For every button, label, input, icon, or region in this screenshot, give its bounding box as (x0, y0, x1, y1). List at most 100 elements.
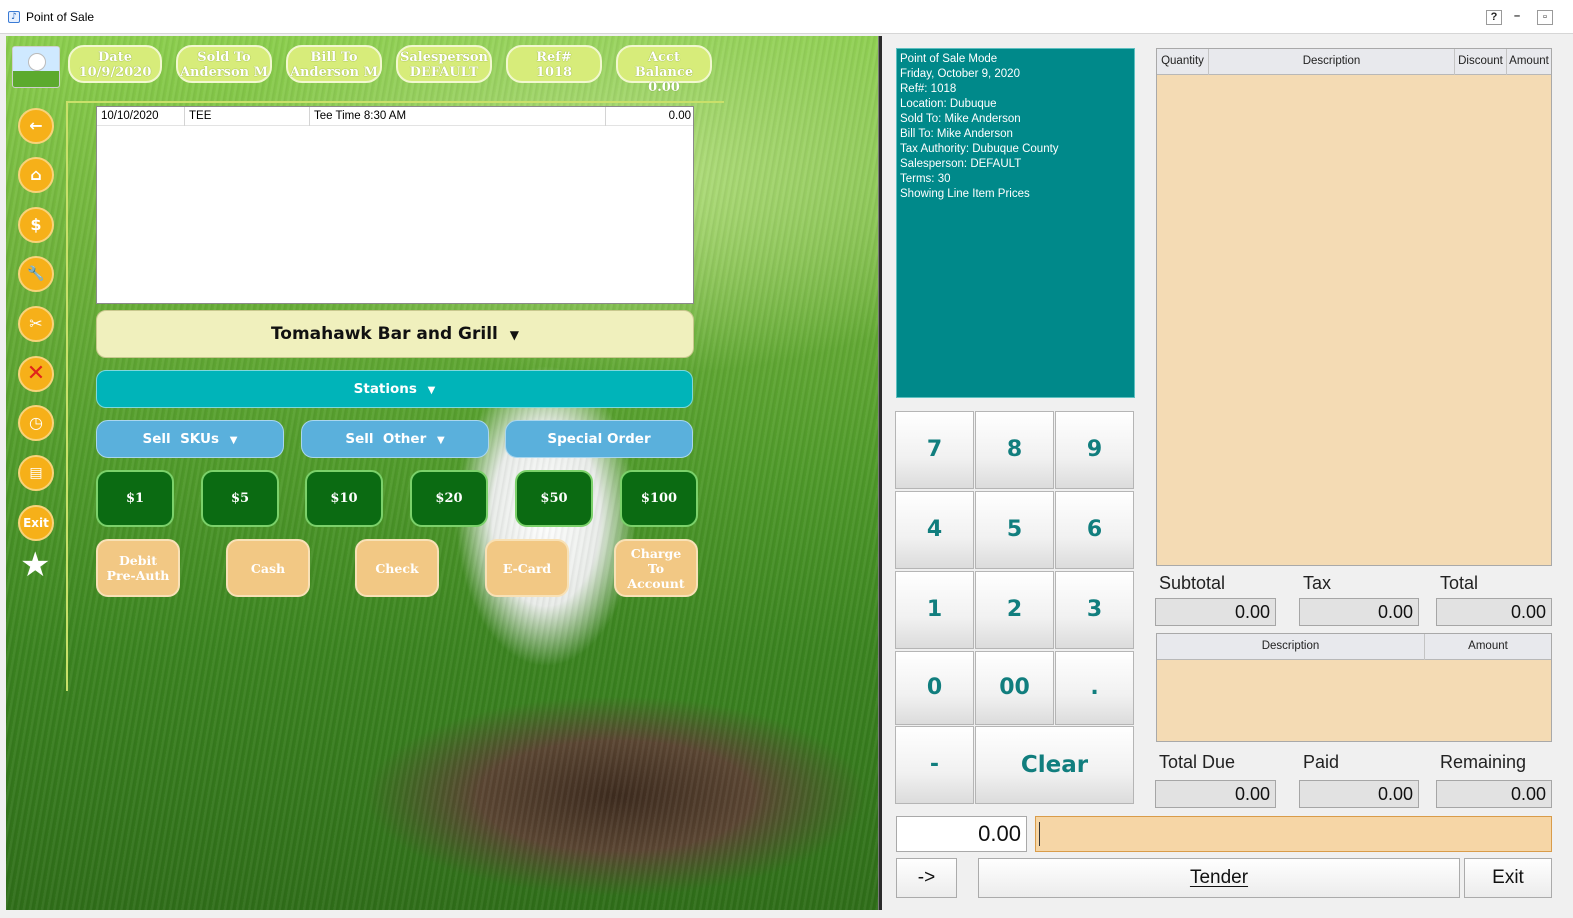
header-sold-to[interactable]: Sold To Anderson M (176, 45, 272, 83)
charge-to-account-button[interactable]: Charge To Account (614, 539, 698, 597)
cash-10-button[interactable]: $10 (305, 470, 383, 527)
chevron-down-icon: ▼ (509, 328, 520, 342)
sidebar-clock-button[interactable]: ◷ (18, 405, 54, 441)
header-date[interactable]: Date 10/9/2020 (68, 45, 162, 83)
header-date-label: Date (98, 50, 132, 65)
register-icon: ▤ (29, 465, 43, 481)
debit-preauth-button[interactable]: Debit Pre-Auth (96, 539, 180, 597)
keypad-clear[interactable]: Clear (975, 726, 1134, 804)
keypad-9[interactable]: 9 (1055, 411, 1134, 489)
sidebar-exit-button[interactable]: Exit (18, 505, 54, 541)
keypad-1[interactable]: 1 (895, 571, 974, 649)
exit-button[interactable]: Exit (1464, 858, 1552, 898)
header-date-value: 10/9/2020 (78, 65, 152, 80)
header-ref[interactable]: Ref# 1018 (506, 45, 602, 83)
total-due-field: 0.00 (1155, 780, 1276, 808)
money-bag-icon: $ (30, 215, 42, 234)
sidebar-home-button[interactable]: ⌂ (18, 157, 54, 193)
info-line: Terms: 30 (900, 173, 951, 185)
help-button[interactable]: ? (1486, 10, 1502, 25)
check-button[interactable]: Check (355, 539, 439, 597)
keypad-decimal[interactable]: . (1055, 651, 1134, 725)
keypad-8[interactable]: 8 (975, 411, 1054, 489)
minimize-button[interactable]: – (1509, 10, 1525, 25)
sidebar-register-button[interactable]: ▤ (18, 455, 54, 491)
info-line: Friday, October 9, 2020 (900, 68, 1020, 80)
back-arrow-icon: ← (29, 116, 43, 135)
header-bill-to[interactable]: Bill To Anderson M (286, 45, 382, 83)
cash-20-button[interactable]: $20 (410, 470, 488, 527)
column-header[interactable]: Description (1157, 634, 1425, 660)
amount-input[interactable]: 0.00 (896, 816, 1027, 852)
keypad-7[interactable]: 7 (895, 411, 974, 489)
header-sold-to-value: Anderson M (179, 65, 269, 80)
keypad-6[interactable]: 6 (1055, 491, 1134, 569)
panel-divider[interactable] (878, 36, 882, 910)
sell-skus-label: Sell SKUs (142, 431, 220, 447)
remaining-label: Remaining (1440, 752, 1527, 772)
stations-button[interactable]: Stations ▼ (96, 370, 693, 408)
header-bill-to-value: Anderson M (289, 65, 379, 80)
window-title: Point of Sale (26, 10, 95, 24)
tender-line: Account (627, 575, 685, 591)
header-acct-balance-value: 0.00 (648, 80, 680, 95)
cash-button[interactable]: Cash (226, 539, 310, 597)
table-row[interactable]: 10/10/2020 TEE Tee Time 8:30 AM 0.00 (97, 107, 693, 126)
line-item-description: Tee Time 8:30 AM (310, 107, 606, 126)
keypad-3[interactable]: 3 (1055, 571, 1134, 649)
header-acct-balance[interactable]: Acct Balance 0.00 (616, 45, 712, 95)
column-header[interactable]: Discount (1455, 49, 1507, 75)
tender-button[interactable]: Tender (978, 858, 1460, 898)
keypad-00[interactable]: 00 (975, 651, 1054, 725)
column-header[interactable]: Amount (1425, 634, 1551, 660)
keypad-5[interactable]: 5 (975, 491, 1054, 569)
location-selector[interactable]: Tomahawk Bar and Grill ▼ (96, 310, 694, 358)
chevron-down-icon: ▼ (436, 435, 445, 446)
sale-info-panel: Point of Sale Mode Friday, October 9, 20… (896, 48, 1135, 398)
stations-label: Stations (353, 381, 417, 397)
cash-50-button[interactable]: $50 (515, 470, 593, 527)
sidebar-scissors-button[interactable]: ✂ (18, 306, 54, 342)
tender-line: Cash (250, 560, 286, 576)
sidebar-money-button[interactable]: $ (18, 207, 54, 243)
payments-grid[interactable]: Description Amount (1156, 633, 1552, 742)
star-icon[interactable]: ★ (20, 548, 50, 582)
tender-line: Check (375, 560, 419, 576)
cash-5-button[interactable]: $5 (201, 470, 279, 527)
total-field: 0.00 (1436, 598, 1552, 626)
special-order-button[interactable]: Special Order (505, 420, 693, 458)
header-bill-to-label: Bill To (310, 50, 358, 65)
cash-100-button[interactable]: $100 (620, 470, 698, 527)
header-salesperson-value: DEFAULT (409, 65, 479, 80)
column-header[interactable]: Description (1209, 49, 1455, 75)
keypad-0[interactable]: 0 (895, 651, 974, 725)
cash-1-button[interactable]: $1 (96, 470, 174, 527)
header-ref-value: 1018 (535, 65, 573, 80)
restore-button[interactable]: ▫ (1537, 10, 1553, 25)
chevron-down-icon: ▼ (427, 385, 436, 396)
sidebar-back-button[interactable]: ← (18, 108, 54, 144)
sidebar-tools-button[interactable]: 🔧 (18, 256, 54, 292)
column-header[interactable]: Quantity (1157, 49, 1209, 75)
paid-field: 0.00 (1299, 780, 1419, 808)
subtotal-label: Subtotal (1159, 573, 1226, 593)
line-item-code: TEE (185, 107, 310, 126)
info-line: Location: Dubuque (900, 98, 997, 110)
tender-line: Charge (630, 545, 682, 561)
total-label: Total (1440, 573, 1479, 593)
tender-entry-input[interactable] (1035, 816, 1552, 852)
column-header[interactable]: Amount (1507, 49, 1551, 75)
next-arrow-button[interactable]: -> (896, 858, 957, 898)
keypad-minus[interactable]: - (895, 726, 974, 804)
sell-skus-button[interactable]: Sell SKUs ▼ (96, 420, 284, 458)
sell-other-button[interactable]: Sell Other ▼ (301, 420, 489, 458)
line-items-grid[interactable]: 10/10/2020 TEE Tee Time 8:30 AM 0.00 (96, 106, 694, 304)
keypad-2[interactable]: 2 (975, 571, 1054, 649)
keypad-4[interactable]: 4 (895, 491, 974, 569)
clock-icon: ◷ (29, 413, 43, 432)
e-card-button[interactable]: E-Card (485, 539, 569, 597)
sidebar-cancel-button[interactable]: ✕ (18, 356, 54, 392)
header-salesperson[interactable]: Salesperson DEFAULT (396, 45, 492, 83)
sale-items-grid[interactable]: Quantity Description Discount Amount (1156, 48, 1552, 566)
header-ref-label: Ref# (536, 50, 572, 65)
